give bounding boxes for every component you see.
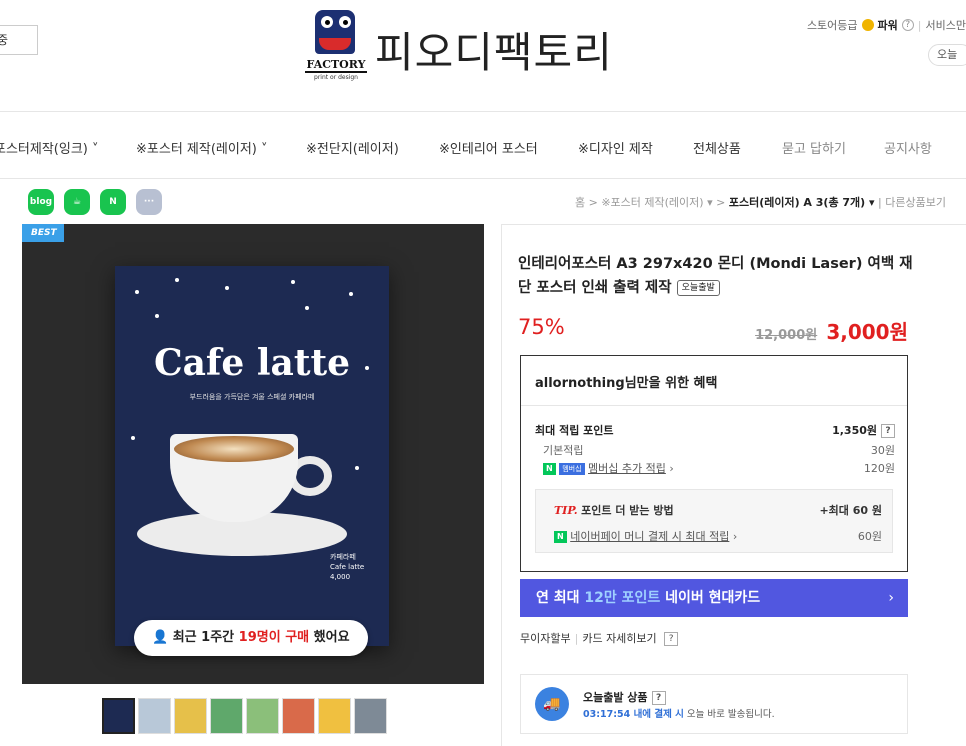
thumbnail[interactable] (210, 698, 243, 734)
tip-max: +최대 60 원 (819, 504, 882, 517)
breadcrumb-home[interactable]: 홈 (575, 196, 585, 209)
membership-icon: 멤버십 (559, 463, 585, 475)
nav-flyer-laser[interactable]: ※전단지(레이저) (306, 138, 399, 157)
nav-poster-ink[interactable]: 포스터제작(잉크) ˅ (0, 138, 99, 157)
blog-share-icon[interactable]: blog (28, 189, 54, 215)
npay-icon: N (554, 531, 567, 543)
help-icon[interactable]: ? (651, 691, 666, 705)
talk-share-icon[interactable]: ☕ (64, 189, 90, 215)
naver-card-banner[interactable]: 연 최대 12만 포인트 네이버 현대카드 › (520, 579, 908, 617)
installment-row: 무이자할부 | 카드 자세히보기 ? (520, 630, 679, 646)
medal-icon (861, 19, 874, 31)
nav-interior-poster[interactable]: ※인테리어 포스터 (439, 138, 538, 157)
category-nav: 포스터제작(잉크) ˅ ※포스터 제작(레이저) ˅ ※전단지(레이저) ※인테… (0, 113, 966, 179)
breadcrumb-current[interactable]: 포스터(레이저) A 3(총 7개) ▾ (729, 196, 875, 209)
card-detail-link[interactable]: 카드 자세히보기 (582, 632, 656, 645)
discount-rate: 75% (518, 315, 565, 339)
site-logo[interactable]: FACTORY print or design 피오디팩토리 (305, 4, 613, 94)
today-shipping-box: 🚚 오늘출발 상품? 03:17:54 내에 결제 시 오늘 바로 발송됩니다. (520, 674, 908, 734)
nav-all-products[interactable]: 전체상품 (693, 138, 741, 157)
benefit-box: allornothing님만을 위한 혜택 최대 적립 포인트 1,350원? … (520, 355, 908, 572)
sale-price: 3,000원 (826, 320, 908, 344)
help-icon[interactable]: ? (901, 19, 914, 31)
today-button[interactable]: 오늘 (928, 44, 966, 66)
poster-title: Cafe latte (153, 342, 351, 384)
store-grade-label: 스토어등급 (806, 19, 858, 32)
naver-share-icon[interactable]: N (100, 189, 126, 215)
nav-poster-laser[interactable]: ※포스터 제작(레이저) ˅ (136, 138, 267, 157)
logo-mascot-icon: FACTORY print or design (305, 6, 367, 92)
more-share-icon[interactable]: ··· (136, 189, 162, 215)
thumbnail[interactable] (318, 698, 351, 734)
max-points-row: 최대 적립 포인트 1,350원? (535, 422, 895, 438)
search-input[interactable]: 중 (0, 25, 38, 55)
thumbnail[interactable] (282, 698, 315, 734)
npay-icon: N (543, 463, 556, 475)
breadcrumb-other[interactable]: 다른상품보기 (885, 196, 946, 209)
truck-icon: 🚚 (535, 687, 569, 721)
logo-text: 피오디팩토리 (375, 27, 613, 77)
best-badge: BEST (22, 224, 64, 242)
tip-box: TIP. 포인트 더 받는 방법 +최대 60 원 N 네이버페이 머니 결제 … (535, 489, 893, 553)
service-link[interactable]: 서비스만 (926, 17, 966, 33)
thumbnail[interactable] (138, 698, 171, 734)
thumbnail[interactable] (174, 698, 207, 734)
shipping-desc: 03:17:54 내에 결제 시 오늘 바로 발송됩니다. (583, 709, 775, 720)
benefit-title: allornothing님만을 위한 혜택 (535, 376, 718, 391)
price-area: 12,000원 3,000원 (745, 316, 908, 345)
recent-purchase-pill: 👤 최근 1주간 19명이 구매 했어요 (134, 620, 368, 656)
chevron-right-icon: › (888, 590, 894, 606)
site-header: 중 FACTORY print or design 피오디팩토리 스토어등급 파… (0, 0, 966, 112)
thumbnail-strip (102, 698, 387, 734)
logo-factory-text: FACTORY (305, 58, 367, 73)
poster-image: Cafe latte 부드러움을 가득담은 겨울 스페셜 카페라떼 카페라떼 C… (115, 266, 389, 646)
breadcrumb: 홈 > ※포스터 제작(레이저) ▾ > 포스터(레이저) A 3(총 7개) … (574, 196, 946, 209)
logo-sub-text: print or design (314, 74, 358, 81)
today-ship-tag: 오늘출발 (676, 280, 720, 296)
poster-subtitle: 부드러움을 가득담은 겨울 스페셜 카페라떼 (189, 393, 315, 401)
tip-label: TIP. (554, 504, 578, 517)
coffee-cup-graphic (170, 434, 332, 544)
help-icon[interactable]: ? (664, 632, 679, 646)
user-icon: 👤 (152, 630, 169, 645)
store-grade-value: 파워 (877, 19, 898, 32)
nav-design[interactable]: ※디자인 제작 (578, 138, 653, 157)
nav-notice[interactable]: 공지사항 (884, 138, 932, 157)
store-grade: 스토어등급 파워 ? | 서비스만 (806, 17, 966, 33)
product-info-panel: 인테리어포스터 A3 297x420 몬디 (Mondi Laser) 여백 재… (501, 224, 966, 746)
help-icon[interactable]: ? (881, 424, 895, 438)
product-image[interactable]: BEST Cafe latte 부드러움을 가득담은 겨울 스페셜 카페라떼 카… (22, 224, 484, 684)
thumbnail[interactable] (102, 698, 135, 734)
npay-money-link[interactable]: 네이버페이 머니 결제 시 최대 적립 (570, 530, 729, 543)
shipping-title: 오늘출발 상품? (583, 689, 666, 705)
product-title: 인테리어포스터 A3 297x420 몬디 (Mondi Laser) 여백 재… (518, 256, 913, 296)
thumbnail[interactable] (246, 698, 279, 734)
basic-points-row: 기본적립 30원 (543, 444, 895, 457)
membership-points-row: N 멤버십 멤버십 추가 적립 › 120원 (535, 460, 895, 476)
original-price: 12,000원 (755, 328, 818, 343)
nav-qna[interactable]: 묻고 답하기 (782, 138, 846, 157)
membership-link[interactable]: 멤버십 추가 적립 (588, 462, 666, 475)
breadcrumb-category[interactable]: ※포스터 제작(레이저) ▾ (601, 196, 712, 209)
thumbnail[interactable] (354, 698, 387, 734)
poster-price: 카페라떼 Cafe latte 4,000 (330, 553, 365, 581)
